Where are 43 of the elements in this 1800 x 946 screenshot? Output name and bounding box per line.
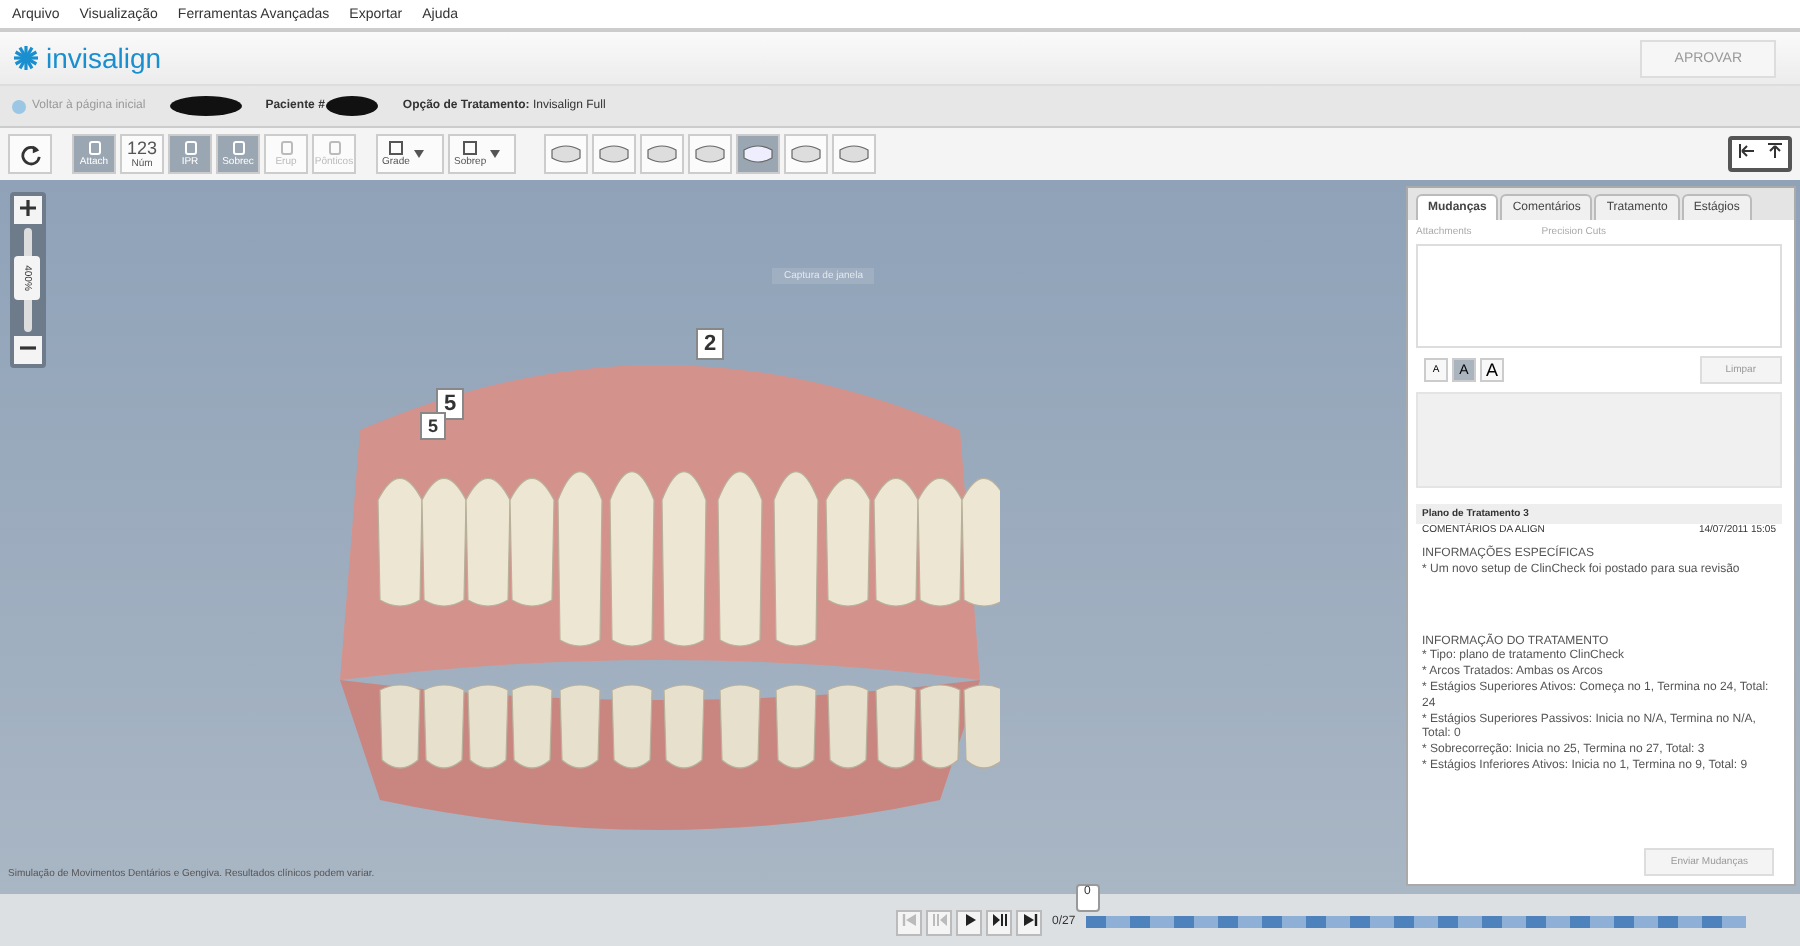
dental-arch-icon (838, 144, 870, 164)
view-button[interactable] (592, 134, 636, 174)
dental-arch-icon (790, 144, 822, 164)
dental-arch-icon (646, 144, 678, 164)
redaction-mark (169, 96, 242, 116)
play-button[interactable] (956, 909, 982, 935)
asterisk-logo-icon (12, 44, 40, 72)
bar-arrow-up-icon (1765, 142, 1783, 160)
redaction-mark (326, 96, 379, 116)
dental-arch-icon (598, 144, 630, 164)
view-button[interactable] (784, 134, 828, 174)
view-button[interactable] (832, 134, 876, 174)
caret-icon (413, 150, 424, 158)
caret-icon (490, 150, 501, 158)
reset-button[interactable] (8, 134, 52, 174)
bar-arrow-left-icon (1737, 142, 1755, 160)
minus-icon (20, 340, 36, 356)
skip-to-end-icon (1021, 911, 1037, 927)
dental-arch-icon (742, 144, 774, 164)
view-button[interactable] (544, 134, 588, 174)
font-size-button[interactable]: A (1480, 358, 1504, 382)
measurement-label: 5 (436, 388, 465, 420)
measurement-label: 5 (420, 412, 447, 440)
refresh-icon (19, 143, 41, 165)
play-icon (961, 911, 977, 927)
brand-name: invisalign (46, 42, 162, 74)
last-stage-button[interactable] (1016, 909, 1042, 935)
view-button[interactable] (688, 134, 732, 174)
step-back-icon (931, 911, 947, 927)
dental-arch-icon (550, 144, 582, 164)
next-stage-button[interactable] (986, 909, 1012, 935)
notes-field[interactable] (1416, 244, 1782, 348)
measurement-label: 2 (696, 328, 725, 360)
step-forward-icon (991, 911, 1007, 927)
dental-arch-icon (694, 144, 726, 164)
collapse-top-button[interactable] (1760, 140, 1788, 168)
collapse-left-button[interactable] (1732, 140, 1760, 168)
skip-to-start-icon (901, 911, 917, 927)
view-button[interactable] (736, 134, 780, 174)
zoom-in-button[interactable] (14, 196, 42, 224)
zoom-out-button[interactable] (14, 336, 42, 364)
plus-icon (20, 200, 36, 216)
view-button[interactable] (640, 134, 684, 174)
